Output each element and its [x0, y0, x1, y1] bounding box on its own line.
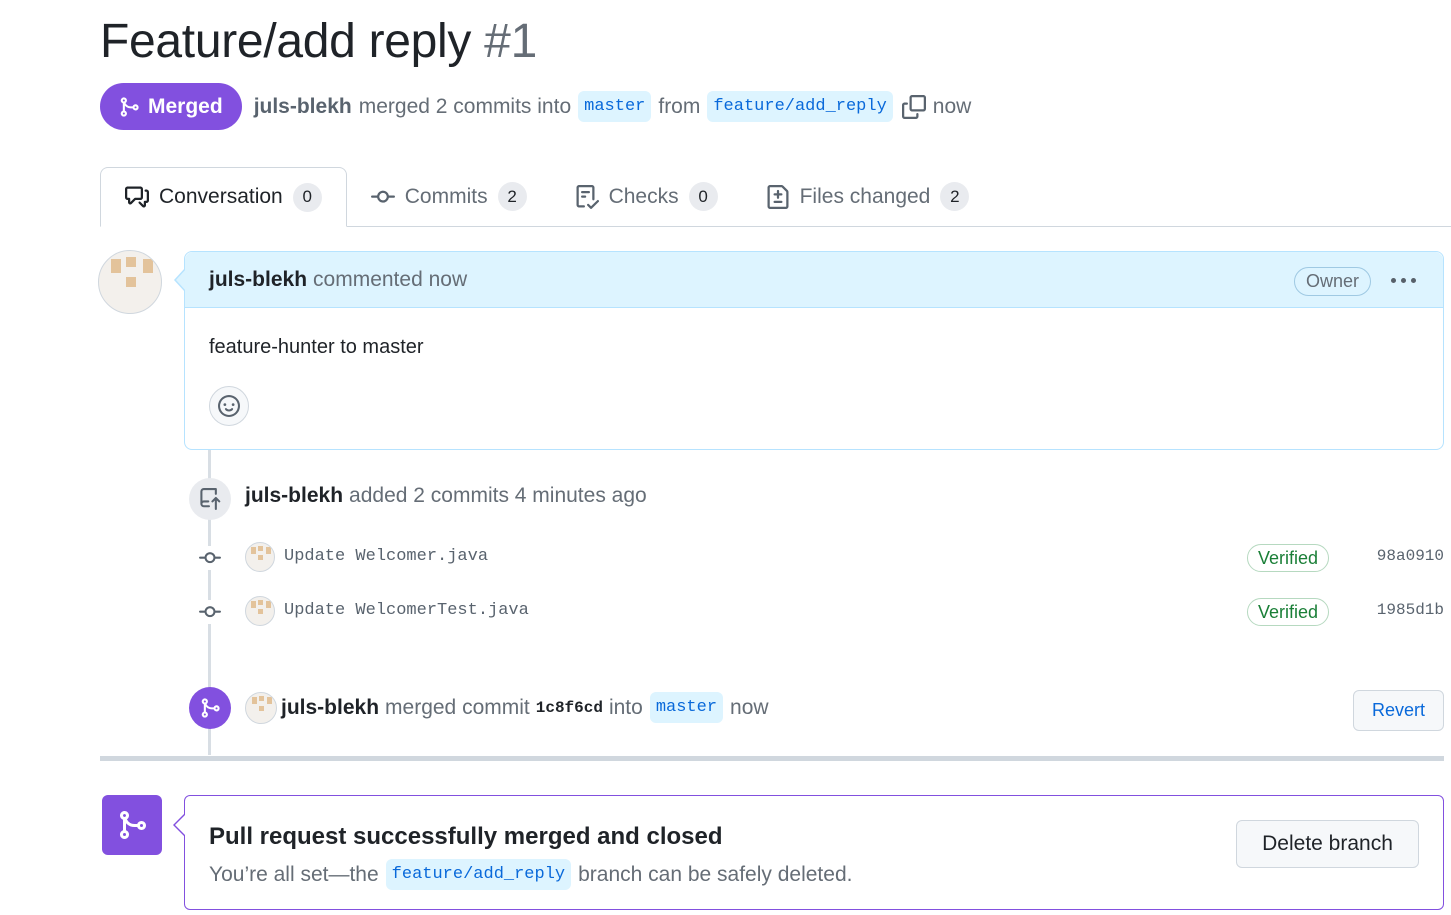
- merged-state-badge: Merged: [100, 83, 242, 130]
- delete-branch-button[interactable]: Delete branch: [1236, 820, 1419, 868]
- commits-event: juls-blekh added 2 commits 4 minutes ago: [245, 484, 647, 508]
- smiley-icon: [218, 395, 240, 417]
- commit-author-avatar[interactable]: [245, 596, 275, 626]
- commit-row: Update WelcomerTest.java Verified 1985d1…: [196, 592, 1444, 632]
- commit-row: Update Welcomer.java Verified 98a0910: [196, 538, 1444, 578]
- merge-status-box: Pull request successfully merged and clo…: [184, 795, 1444, 910]
- merge-status-description: You’re all set—the feature/add_reply bra…: [209, 859, 852, 890]
- merge-event-text: merged commit: [385, 695, 530, 719]
- head-branch-link[interactable]: feature/add_reply: [707, 91, 893, 122]
- merge-author-avatar[interactable]: [245, 692, 277, 724]
- tab-conversation-count: 0: [292, 182, 322, 212]
- pr-title: Feature/add reply: [100, 15, 472, 68]
- tab-commits[interactable]: Commits 2: [347, 167, 551, 226]
- comment-body: feature-hunter to master: [209, 336, 424, 358]
- merge-desc-prefix: You’re all set—the: [209, 862, 379, 886]
- tab-conversation[interactable]: Conversation 0: [100, 167, 347, 227]
- commit-sha-link[interactable]: 1985d1b: [1377, 601, 1444, 619]
- copy-icon[interactable]: [901, 94, 927, 120]
- merge-commit-sha-link[interactable]: 1c8f6cd: [536, 699, 603, 717]
- tab-commits-count: 2: [497, 182, 527, 211]
- git-commit-icon: [196, 600, 224, 624]
- verified-badge[interactable]: Verified: [1247, 598, 1330, 626]
- comment-meta[interactable]: commented now: [313, 268, 467, 292]
- verified-badge[interactable]: Verified: [1247, 544, 1330, 572]
- tab-checks-count: 0: [688, 182, 718, 211]
- commits-event-author-link[interactable]: juls-blekh: [245, 484, 343, 508]
- from-text: from: [658, 94, 701, 118]
- merge-event-author-link[interactable]: juls-blekh: [281, 696, 379, 720]
- tab-files-changed-label: Files changed: [799, 184, 931, 208]
- kebab-horizontal-icon[interactable]: [1387, 266, 1419, 294]
- merge-event-time: now: [730, 695, 769, 719]
- repo-push-event-icon: [189, 478, 231, 520]
- tab-checks-label: Checks: [608, 184, 679, 208]
- merge-event: juls-blekh merged commit 1c8f6cd into ma…: [281, 692, 769, 723]
- git-merge-icon: [120, 96, 139, 117]
- commit-message-link[interactable]: Update Welcomer.java: [284, 547, 488, 566]
- merge-status-title: Pull request successfully merged and clo…: [209, 823, 723, 850]
- timeline-divider: [100, 756, 1444, 761]
- comment-pointer-inner: [176, 269, 186, 291]
- page-title: Feature/add reply #1: [100, 14, 537, 69]
- add-reaction-button[interactable]: [209, 386, 249, 426]
- owner-badge: Owner: [1293, 267, 1371, 296]
- comment-box: juls-blekh commented now Owner feature-h…: [184, 251, 1444, 450]
- tab-commits-label: Commits: [404, 184, 488, 208]
- tab-checks[interactable]: Checks 0: [551, 167, 742, 226]
- merge-desc-branch[interactable]: feature/add_reply: [385, 859, 572, 890]
- pr-meta: Merged juls-blekh merged 2 commits into …: [100, 83, 971, 130]
- pr-number: #1: [484, 15, 537, 68]
- pr-author-link[interactable]: juls-blekh: [254, 95, 352, 119]
- git-merge-event-icon: [189, 687, 231, 729]
- merge-time: now: [932, 94, 972, 118]
- comment-author-avatar[interactable]: [98, 250, 162, 314]
- merge-event-branch-link[interactable]: master: [649, 692, 724, 723]
- merged-text: merged 2 commits into: [358, 94, 572, 118]
- revert-button[interactable]: Revert: [1353, 690, 1444, 731]
- git-commit-icon: [196, 546, 224, 570]
- git-merge-icon: [102, 795, 162, 855]
- merge-event-into: into: [608, 695, 643, 719]
- merge-box-pointer-inner: [175, 814, 186, 836]
- git-commit-icon: [370, 190, 395, 203]
- merge-desc-suffix: branch can be safely deleted.: [578, 862, 853, 886]
- file-diff-icon: [767, 184, 789, 209]
- commit-author-avatar[interactable]: [245, 542, 275, 572]
- comment-header: juls-blekh commented now: [185, 252, 1443, 308]
- comment-discussion-icon: [125, 186, 149, 208]
- commit-message-link[interactable]: Update WelcomerTest.java: [284, 601, 529, 620]
- tab-conversation-label: Conversation: [159, 185, 283, 208]
- pr-tabs: Conversation 0 Commits 2 Checks 0 Files …: [100, 167, 1451, 227]
- checklist-icon: [576, 184, 599, 209]
- commit-sha-link[interactable]: 98a0910: [1377, 547, 1444, 565]
- commits-event-text: added 2 commits 4 minutes ago: [349, 484, 647, 507]
- merged-label: Merged: [148, 94, 223, 118]
- tab-files-changed-count: 2: [940, 182, 970, 211]
- tab-files-changed[interactable]: Files changed 2: [742, 167, 994, 226]
- comment-author-link[interactable]: juls-blekh: [209, 268, 307, 292]
- base-branch-link[interactable]: master: [578, 91, 652, 122]
